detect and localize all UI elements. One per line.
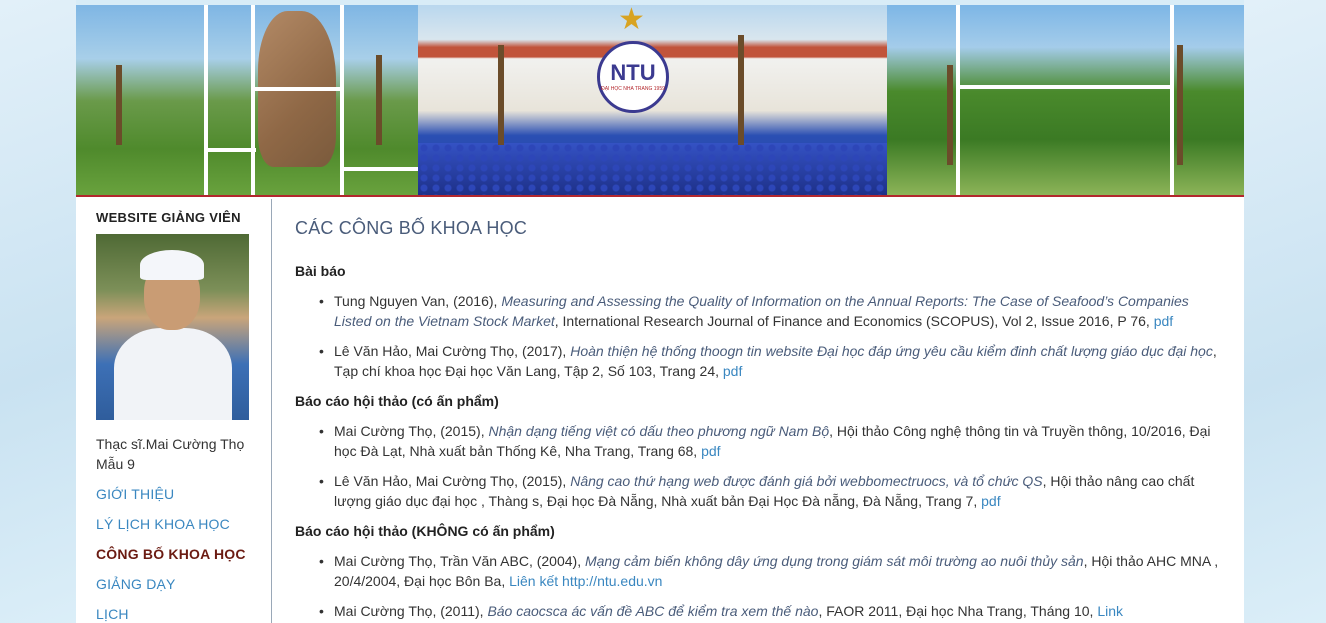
sidebar: WEBSITE GIẢNG VIÊN Thạc sĩ.Mai Cường Thọ…	[76, 199, 272, 623]
page-background-right	[1244, 0, 1326, 623]
external-link[interactable]: Link	[1097, 603, 1123, 619]
pub-authors: Mai Cường Thọ, (2015),	[334, 423, 489, 439]
bullet: •	[319, 473, 324, 489]
pdf-link[interactable]: pdf	[981, 493, 1000, 509]
publication-item: • Mai Cường Thọ, (2011), Báo caocsca ác …	[319, 601, 1219, 621]
palm-tree	[116, 65, 122, 145]
palm-tree	[947, 65, 953, 165]
sidebar-link-cong-bo-khoa-hoc[interactable]: CÔNG BỐ KHOA HỌC	[96, 546, 246, 562]
pub-details: , International Research Journal of Fina…	[554, 313, 1154, 329]
pub-title: Nhận dạng tiếng việt có dấu theo phương …	[488, 423, 830, 439]
external-link[interactable]: Liên kết http://ntu.edu.vn	[509, 573, 662, 589]
pdf-link[interactable]: pdf	[1154, 313, 1173, 329]
lecturer-name: Thạc sĩ.Mai Cường Thọ Mẫu 9	[96, 436, 245, 472]
pdf-link[interactable]: pdf	[701, 443, 720, 459]
palm-tree	[738, 35, 744, 145]
main-content: CÁC CÔNG BỐ KHOA HỌC Bài báo • Tung Nguy…	[295, 199, 1225, 623]
collage-divider	[956, 5, 960, 195]
logo-mark: NTU	[610, 60, 656, 85]
university-logo: NTU ĐẠI HỌC NHA TRANG 1959	[597, 41, 669, 113]
pub-authors: Lê Văn Hảo, Mai Cường Thọ, (2015),	[334, 473, 571, 489]
section-heading: Báo cáo hội thảo (có ấn phẩm)	[295, 393, 499, 409]
logo-subtitle: ĐẠI HỌC NHA TRANG 1959	[601, 86, 665, 92]
section-heading: Bài báo	[295, 263, 346, 279]
pub-authors: Lê Văn Hảo, Mai Cường Thọ, (2017),	[334, 343, 571, 359]
sidebar-link-lich[interactable]: LỊCH	[96, 606, 129, 622]
publication-item: • Tung Nguyen Van, (2016), Measuring and…	[319, 291, 1219, 331]
pub-authors: Mai Cường Thọ, (2011),	[334, 603, 488, 619]
publication-item: • Lê Văn Hảo, Mai Cường Thọ, (2015), Nân…	[319, 471, 1219, 511]
banner-photo-campus-building	[887, 5, 1244, 195]
collage-divider	[251, 87, 344, 91]
collage-divider	[956, 85, 1174, 89]
publication-item: • Lê Văn Hảo, Mai Cường Thọ, (2017), Hoà…	[319, 341, 1219, 381]
page-background-left	[0, 0, 76, 623]
header-banner: ★ NTU ĐẠI HỌC NHA TRANG 1959	[76, 5, 1244, 197]
bullet: •	[319, 293, 324, 309]
pub-title: Mạng cảm biến không dây ứng dụng trong g…	[584, 553, 1084, 569]
sidebar-link-giang-day[interactable]: GIẢNG DẠY	[96, 576, 176, 592]
collage-divider	[251, 5, 255, 195]
palm-tree	[376, 55, 382, 145]
page-container: ★ NTU ĐẠI HỌC NHA TRANG 1959 WEBSITE GIẢ…	[76, 5, 1244, 623]
sidebar-link-ly-lich-khoa-hoc[interactable]: LÝ LỊCH KHOA HỌC	[96, 516, 230, 532]
bullet: •	[319, 603, 324, 619]
palm-tree	[1177, 45, 1183, 165]
lecturer-photo	[96, 234, 249, 420]
collage-divider	[340, 167, 418, 171]
pub-title: Nâng cao thứ hạng web được đánh giá bởi …	[570, 473, 1043, 489]
collage-divider	[204, 5, 208, 195]
pub-title: Hoàn thiện hệ thống thoogn tin website Đ…	[570, 343, 1213, 359]
pub-authors: Tung Nguyen Van, (2016),	[334, 293, 502, 309]
banner-photo-graduation: ★ NTU ĐẠI HỌC NHA TRANG 1959	[418, 5, 887, 195]
page-title: CÁC CÔNG BỐ KHOA HỌC	[295, 218, 528, 238]
section-heading: Báo cáo hội thảo (KHÔNG có ấn phẩm)	[295, 523, 555, 539]
pdf-link[interactable]: pdf	[723, 363, 742, 379]
bullet: •	[319, 343, 324, 359]
star-icon: ★	[618, 5, 645, 36]
sidebar-link-gioi-thieu[interactable]: GIỚI THIỆU	[96, 486, 174, 502]
sidebar-heading: WEBSITE GIẢNG VIÊN	[96, 210, 241, 225]
collage-divider	[1170, 5, 1174, 195]
bullet: •	[319, 553, 324, 569]
publication-item: • Mai Cường Thọ, (2015), Nhận dạng tiếng…	[319, 421, 1219, 461]
pub-authors: Mai Cường Thọ, Trần Văn ABC, (2004),	[334, 553, 585, 569]
palm-tree	[498, 45, 504, 145]
photo-cap	[140, 250, 204, 280]
collage-divider	[204, 148, 256, 152]
bullet: •	[319, 423, 324, 439]
pub-details: , FAOR 2011, Đại học Nha Trang, Tháng 10…	[818, 603, 1098, 619]
publication-item: • Mai Cường Thọ, Trần Văn ABC, (2004), M…	[319, 551, 1219, 591]
pub-title: Báo caocsca ác vấn đề ABC để kiểm tra xe…	[487, 603, 819, 619]
graduates-crowd	[418, 143, 887, 195]
photo-body	[114, 328, 232, 420]
